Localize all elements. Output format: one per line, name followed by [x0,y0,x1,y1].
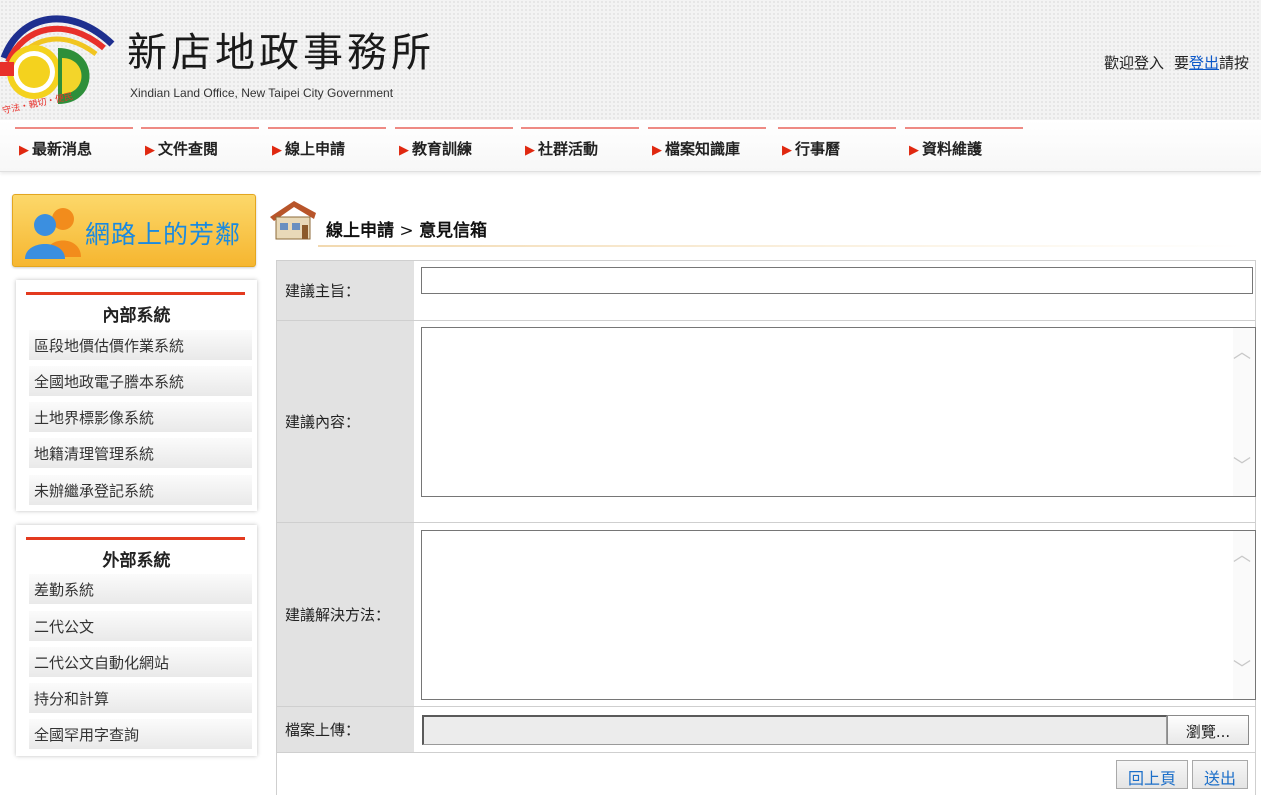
triangle-right-icon: ▶ [272,143,282,158]
neighbors-banner[interactable]: 網路上的芳鄰 [12,194,256,267]
nav-item-community[interactable]: ▶ 社群活動 [521,127,639,167]
sidebar-item-docs-automation[interactable]: 二代公文自動化網站 [29,647,252,677]
back-button[interactable]: 回上頁 [1116,760,1188,789]
subject-row: 建議主旨： [277,261,1255,321]
site-header: 守法・親切・便民 新店地政事務所 Xindian Land Office, Ne… [0,0,1261,120]
main-nav: ▶ 最新消息 ▶ 文件查閱 ▶ 線上申請 ▶ 教育訓練 ▶ 社群活動 ▶ 檔案知識庫 ▶ 行事… [0,120,1261,172]
nav-item-data-maintenance[interactable]: ▶ 資料維護 [905,127,1023,167]
user-bar: 歡迎登入 要登出請按 [1104,52,1249,73]
triangle-right-icon: ▶ [525,143,535,158]
feedback-form: 建議主旨： 建議內容： ︿ ﹀ 建議解決方法： ︿ ﹀ 檔案上傳： 瀏覽... [276,260,1256,795]
chevron-up-icon[interactable]: ︿ [1233,547,1251,565]
site-title: 新店地政事務所 [127,30,435,76]
content-textarea[interactable]: ︿ ﹀ [421,327,1256,497]
chevron-down-icon[interactable]: ﹀ [1233,661,1251,679]
nav-item-label: 文件查閱 [158,140,219,158]
content-label: 建議內容： [277,321,414,522]
breadcrumb-separator: > [399,221,414,241]
upload-label: 檔案上傳： [277,707,414,752]
scrollbar[interactable]: ︿ ﹀ [1233,328,1255,496]
sidebar-item-inheritance[interactable]: 未辦繼承登記系統 [29,475,252,505]
solution-label: 建議解決方法： [277,523,414,706]
user-greeting: 歡迎登入 [1104,54,1165,72]
nav-item-news[interactable]: ▶ 最新消息 [15,127,133,167]
xindian-land-office-logo: 守法・親切・便民 [0,15,115,117]
breadcrumb-page: 意見信箱 [419,221,488,241]
users-icon [25,208,81,259]
logout-link[interactable]: 登出 [1189,54,1219,72]
browse-button[interactable]: 瀏覽... [1167,715,1249,745]
nav-item-label: 檔案知識庫 [665,140,741,158]
subject-input[interactable] [421,267,1253,294]
divider [26,537,245,540]
external-systems-box: 外部系統 差勤系統 二代公文 二代公文自動化網站 持分和計算 全國罕用字查詢 [16,525,257,756]
external-systems-title: 外部系統 [102,551,171,571]
sidebar-item-e-transcript[interactable]: 全國地政電子謄本系統 [29,366,252,396]
scrollbar[interactable]: ︿ ﹀ [1233,531,1255,699]
nav-item-documents[interactable]: ▶ 文件查閱 [141,127,259,167]
banner-text: 網路上的芳鄰 [85,220,242,249]
sidebar-item-rare-char[interactable]: 全國罕用字查詢 [29,719,252,749]
triangle-right-icon: ▶ [399,143,409,158]
sidebar-item-cadastral-cleanup[interactable]: 地籍清理管理系統 [29,438,252,468]
house-icon [270,201,316,240]
nav-item-calendar[interactable]: ▶ 行事曆 [778,127,896,167]
sidebar-item-share-calc[interactable]: 持分和計算 [29,683,252,713]
nav-item-label: 資料維護 [922,140,983,158]
logout-suffix: 請按 [1219,54,1250,72]
subject-label: 建議主旨： [277,261,414,320]
triangle-right-icon: ▶ [145,143,155,158]
solution-textarea[interactable]: ︿ ﹀ [421,530,1256,700]
divider [26,292,245,295]
nav-item-knowledge-base[interactable]: ▶ 檔案知識庫 [648,127,766,167]
triangle-right-icon: ▶ [909,143,919,158]
sidebar-item-boundary-image[interactable]: 土地界標影像系統 [29,402,252,432]
logout-prefix: 要 [1174,54,1190,72]
nav-item-label: 線上申請 [285,140,346,158]
breadcrumb-bar: 線上申請 > 意見信箱 [268,197,1248,247]
nav-item-label: 最新消息 [32,140,93,158]
nav-item-label: 行事曆 [795,140,841,158]
nav-item-label: 教育訓練 [412,140,473,158]
breadcrumb-underline [318,245,1246,247]
submit-button[interactable]: 送出 [1192,760,1248,789]
chevron-down-icon[interactable]: ﹀ [1233,458,1251,476]
nav-item-label: 社群活動 [538,140,599,158]
sidebar-item-land-valuation[interactable]: 區段地價估價作業系統 [29,330,252,360]
content-row: 建議內容： ︿ ﹀ [277,321,1256,523]
nav-item-online-apply[interactable]: ▶ 線上申請 [268,127,386,167]
internal-systems-title: 內部系統 [102,306,171,326]
site-subtitle: Xindian Land Office, New Taipei City Gov… [130,86,394,100]
internal-systems-box: 內部系統 區段地價估價作業系統 全國地政電子謄本系統 土地界標影像系統 地籍清理… [16,280,257,511]
triangle-right-icon: ▶ [19,143,29,158]
triangle-right-icon: ▶ [652,143,662,158]
sidebar-item-official-docs[interactable]: 二代公文 [29,611,252,641]
solution-row: 建議解決方法： ︿ ﹀ [277,523,1256,707]
triangle-right-icon: ▶ [782,143,792,158]
upload-row: 檔案上傳： 瀏覽... [277,707,1255,753]
breadcrumb-section[interactable]: 線上申請 [326,221,394,241]
nav-item-training[interactable]: ▶ 教育訓練 [395,127,513,167]
file-path-field[interactable] [422,715,1167,745]
chevron-up-icon[interactable]: ︿ [1233,344,1251,362]
breadcrumb: 線上申請 > 意見信箱 [326,216,487,241]
sidebar-item-attendance[interactable]: 差勤系統 [29,574,252,604]
